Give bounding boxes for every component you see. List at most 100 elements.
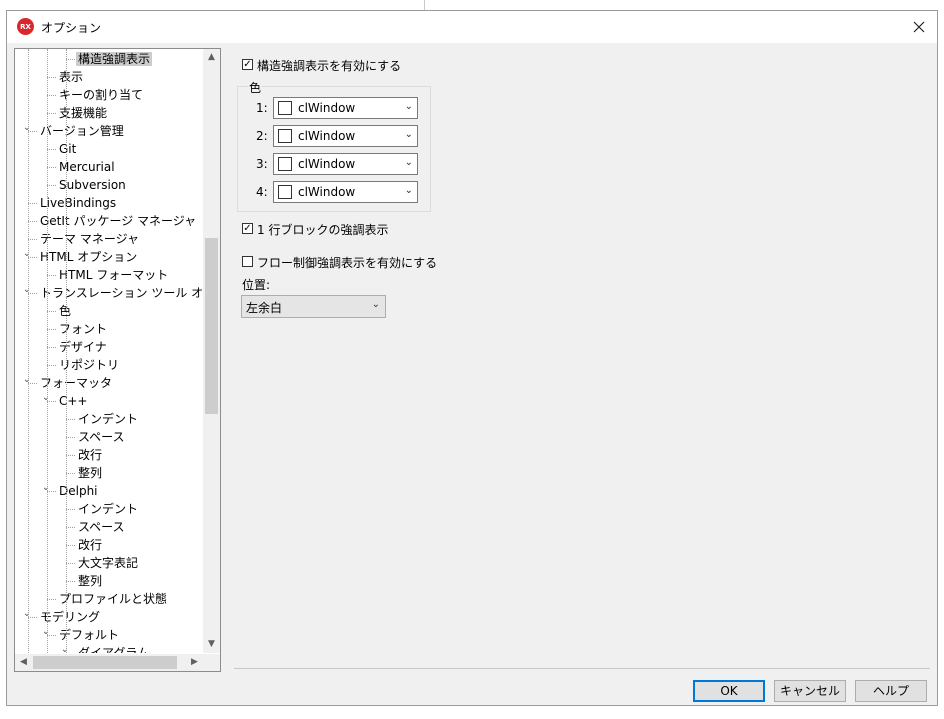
tree-item[interactable]: バージョン管理 bbox=[38, 122, 126, 140]
tree-item-label: Delphi bbox=[59, 484, 98, 498]
scroll-down-icon[interactable]: ▼ bbox=[203, 636, 220, 653]
tree-item[interactable]: Git bbox=[57, 140, 78, 158]
color-row-3-index: 3: bbox=[256, 157, 268, 171]
expand-chevron-icon[interactable]: ⌄ bbox=[41, 479, 51, 497]
scroll-left-icon[interactable]: ◀ bbox=[15, 654, 32, 671]
tree-item[interactable]: スペース bbox=[76, 428, 127, 446]
tree-item[interactable]: HTML オプション bbox=[38, 248, 139, 266]
tree-item[interactable]: 改行 bbox=[76, 446, 104, 464]
tree-connector bbox=[47, 149, 56, 150]
expand-chevron-icon[interactable]: ⌄ bbox=[60, 641, 70, 653]
tree-connector bbox=[47, 185, 56, 186]
tree-item[interactable]: 改行 bbox=[76, 536, 104, 554]
tree-item[interactable]: スペース bbox=[76, 518, 127, 536]
close-button[interactable] bbox=[907, 15, 931, 39]
enable-structural-highlighting-checkbox[interactable]: ✓ bbox=[242, 59, 253, 70]
tree-guide-line bbox=[28, 49, 29, 653]
tree-connector bbox=[66, 563, 75, 564]
color-4-value: clWindow bbox=[298, 185, 356, 199]
tree-item[interactable]: LiveBindings bbox=[38, 194, 118, 212]
tree-connector bbox=[66, 509, 75, 510]
color-1-dropdown[interactable]: clWindow ⌄ bbox=[273, 97, 418, 119]
flow-control-label[interactable]: フロー制御強調表示を有効にする bbox=[257, 254, 437, 271]
tree-item[interactable]: ダイアグラム bbox=[76, 644, 151, 653]
expand-chevron-icon[interactable]: ⌄ bbox=[22, 245, 32, 263]
tree-item[interactable]: トランスレーション ツール オプショ bbox=[38, 284, 203, 302]
color-2-dropdown[interactable]: clWindow ⌄ bbox=[273, 125, 418, 147]
color-row-1-index: 1: bbox=[256, 101, 268, 115]
tree-item[interactable]: 色 bbox=[57, 302, 73, 320]
tree-connector bbox=[66, 419, 75, 420]
tree-item-label: プロファイルと状態 bbox=[59, 592, 168, 606]
tree-item[interactable]: GetIt パッケージ マネージャ bbox=[38, 212, 198, 230]
tree-vertical-scrollbar[interactable]: ▲ ▼ bbox=[203, 49, 220, 653]
expand-chevron-icon[interactable]: ⌄ bbox=[22, 119, 32, 137]
tree-item[interactable]: C++ bbox=[57, 392, 90, 410]
expand-chevron-icon[interactable]: ⌄ bbox=[22, 605, 32, 623]
tree-item[interactable]: 整列 bbox=[76, 572, 104, 590]
single-line-block-label[interactable]: 1 行ブロックの強調表示 bbox=[257, 221, 388, 238]
tree-item-label: バージョン管理 bbox=[40, 124, 124, 138]
tree-item-label: C++ bbox=[59, 394, 88, 408]
enable-structural-highlighting-label[interactable]: 構造強調表示を有効にする bbox=[257, 57, 401, 74]
tree-connector bbox=[47, 77, 56, 78]
tree-item[interactable]: Delphi bbox=[57, 482, 100, 500]
tree-horizontal-scrollbar[interactable]: ◀ ▶ bbox=[15, 654, 203, 671]
tree-item[interactable]: プロファイルと状態 bbox=[57, 590, 169, 608]
expand-chevron-icon[interactable]: ⌄ bbox=[41, 389, 51, 407]
tree-connector bbox=[66, 473, 75, 474]
tree-item[interactable]: インデント bbox=[76, 500, 140, 518]
single-line-block-checkbox[interactable]: ✓ bbox=[242, 223, 253, 234]
chevron-down-icon: ⌄ bbox=[404, 101, 413, 112]
scrollbar-corner bbox=[203, 654, 220, 671]
scrollbar-thumb[interactable] bbox=[33, 656, 177, 669]
tree-item[interactable]: デザイナ bbox=[57, 338, 109, 356]
color-1-value: clWindow bbox=[298, 101, 356, 115]
tree-item[interactable]: 整列 bbox=[76, 464, 104, 482]
tree-connector bbox=[28, 221, 37, 222]
tree-connector bbox=[66, 59, 75, 60]
tree-connector bbox=[28, 203, 37, 204]
scroll-up-icon[interactable]: ▲ bbox=[203, 49, 220, 66]
tree-connector bbox=[47, 329, 56, 330]
expand-chevron-icon[interactable]: ⌄ bbox=[22, 371, 32, 389]
options-dialog: RX オプション 構造強調表示 表示 キーの割り当て 支援機能 ⌄ バージョン管理 Git M… bbox=[6, 10, 938, 706]
tree-item-label: 色 bbox=[59, 304, 72, 318]
window-title: オプション bbox=[41, 21, 102, 35]
tree-item-label: Subversion bbox=[59, 178, 126, 192]
tree-item[interactable]: テーマ マネージャ bbox=[38, 230, 141, 248]
scrollbar-thumb[interactable] bbox=[205, 238, 218, 414]
button-separator bbox=[234, 668, 930, 669]
tree-item[interactable]: 表示 bbox=[57, 68, 85, 86]
color-4-dropdown[interactable]: clWindow ⌄ bbox=[273, 181, 418, 203]
tree-item[interactable]: Subversion bbox=[57, 176, 128, 194]
help-button[interactable]: ヘルプ bbox=[855, 680, 927, 702]
color-3-dropdown[interactable]: clWindow ⌄ bbox=[273, 153, 418, 175]
tree-connector bbox=[47, 347, 56, 348]
tree-item[interactable]: 構造強調表示 bbox=[76, 50, 153, 68]
tree-item-label: 大文字表記 bbox=[78, 556, 139, 570]
tree-item-label: インデント bbox=[78, 502, 139, 516]
position-dropdown[interactable]: 左余白 ⌄ bbox=[241, 295, 386, 318]
tree-item[interactable]: フォント bbox=[57, 320, 109, 338]
tree-item-label: LiveBindings bbox=[40, 196, 117, 210]
expand-chevron-icon[interactable]: ⌄ bbox=[22, 281, 32, 299]
options-tree[interactable]: 構造強調表示 表示 キーの割り当て 支援機能 ⌄ バージョン管理 Git Mercurial S… bbox=[14, 48, 221, 672]
tree-guide-line bbox=[47, 49, 48, 653]
tree-item-label: 整列 bbox=[78, 574, 103, 588]
tree-connector bbox=[66, 527, 75, 528]
tree-connector bbox=[47, 311, 56, 312]
tree-item[interactable]: HTML フォーマット bbox=[57, 266, 170, 284]
tree-item[interactable]: インデント bbox=[76, 410, 140, 428]
ok-button[interactable]: OK bbox=[693, 680, 765, 702]
expand-chevron-icon[interactable]: ⌄ bbox=[41, 623, 51, 641]
tree-item-label: 支援機能 bbox=[59, 106, 108, 120]
flow-control-checkbox[interactable] bbox=[242, 256, 253, 267]
tree-item[interactable]: 支援機能 bbox=[57, 104, 109, 122]
cancel-button[interactable]: キャンセル bbox=[774, 680, 846, 702]
app-logo-icon: RX bbox=[17, 18, 34, 35]
scroll-right-icon[interactable]: ▶ bbox=[186, 654, 203, 671]
tree-item[interactable]: キーの割り当て bbox=[57, 86, 145, 104]
colors-group-label: 色 bbox=[248, 79, 263, 96]
tree-item[interactable]: 大文字表記 bbox=[76, 554, 140, 572]
